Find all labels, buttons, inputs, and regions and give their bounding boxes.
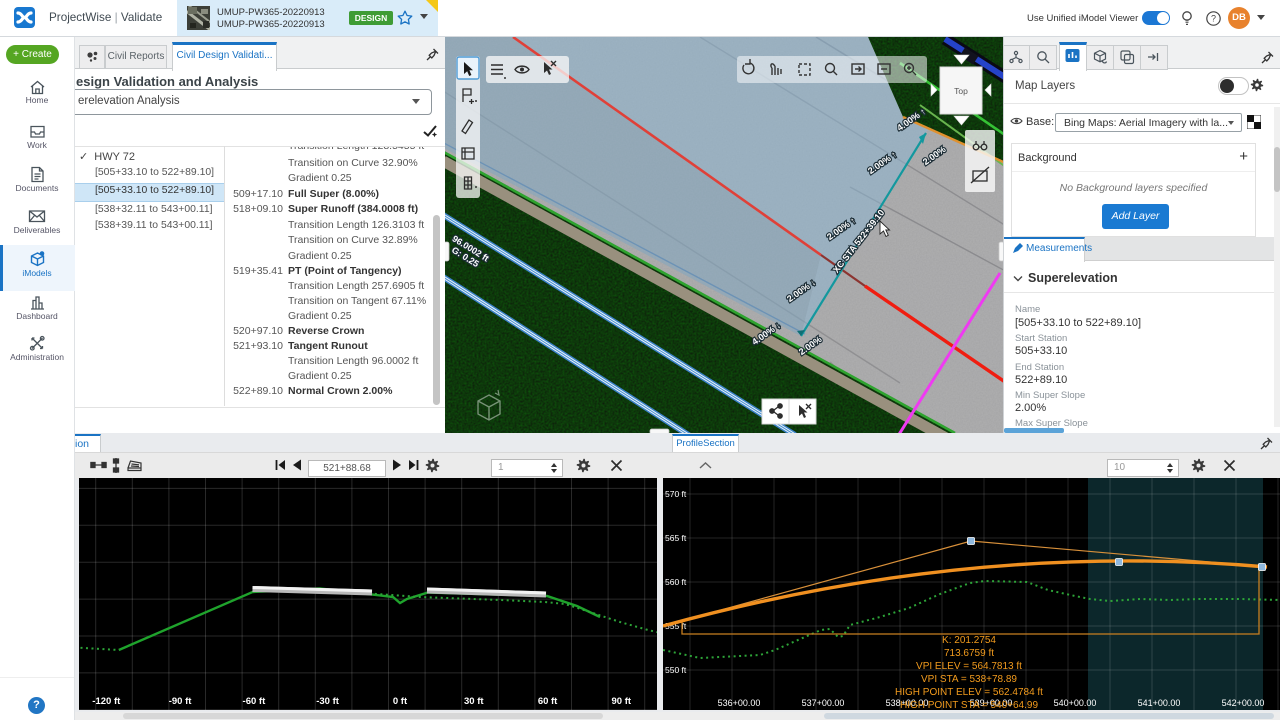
svg-text:90 ft: 90 ft bbox=[612, 696, 632, 707]
svg-text:565 ft: 565 ft bbox=[665, 533, 687, 543]
svg-text:K: 201.2754: K: 201.2754 bbox=[942, 635, 996, 646]
svg-text:VPI STA = 538+78.89: VPI STA = 538+78.89 bbox=[921, 674, 1017, 685]
svg-text:-90 ft: -90 ft bbox=[169, 696, 193, 707]
svg-text:542+00.00: 542+00.00 bbox=[1222, 698, 1265, 708]
svg-text:540+00.00: 540+00.00 bbox=[1054, 698, 1097, 708]
svg-text:713.6759 ft: 713.6759 ft bbox=[944, 648, 994, 659]
svg-text:-120 ft: -120 ft bbox=[92, 696, 121, 707]
svg-text:541+00.00: 541+00.00 bbox=[1138, 698, 1181, 708]
svg-text:HIGH POINT STA = 540+64.99: HIGH POINT STA = 540+64.99 bbox=[900, 700, 1038, 710]
svg-text:-60 ft: -60 ft bbox=[243, 696, 267, 707]
svg-text:Top: Top bbox=[954, 86, 968, 96]
svg-text:570 ft: 570 ft bbox=[665, 489, 687, 499]
svg-text:537+00.00: 537+00.00 bbox=[802, 698, 845, 708]
svg-text:0 ft: 0 ft bbox=[393, 696, 408, 707]
svg-text:30 ft: 30 ft bbox=[464, 696, 484, 707]
svg-text:HIGH POINT ELEV = 562.4784 ft: HIGH POINT ELEV = 562.4784 ft bbox=[895, 687, 1043, 698]
svg-text:60 ft: 60 ft bbox=[538, 696, 558, 707]
svg-text:560 ft: 560 ft bbox=[665, 577, 687, 587]
svg-text:536+00.00: 536+00.00 bbox=[718, 698, 761, 708]
svg-text:-30 ft: -30 ft bbox=[316, 696, 340, 707]
svg-text:550 ft: 550 ft bbox=[665, 665, 687, 675]
svg-text:?: ? bbox=[1211, 14, 1216, 24]
svg-text:VPI ELEV = 564.7813 ft: VPI ELEV = 564.7813 ft bbox=[916, 661, 1022, 672]
